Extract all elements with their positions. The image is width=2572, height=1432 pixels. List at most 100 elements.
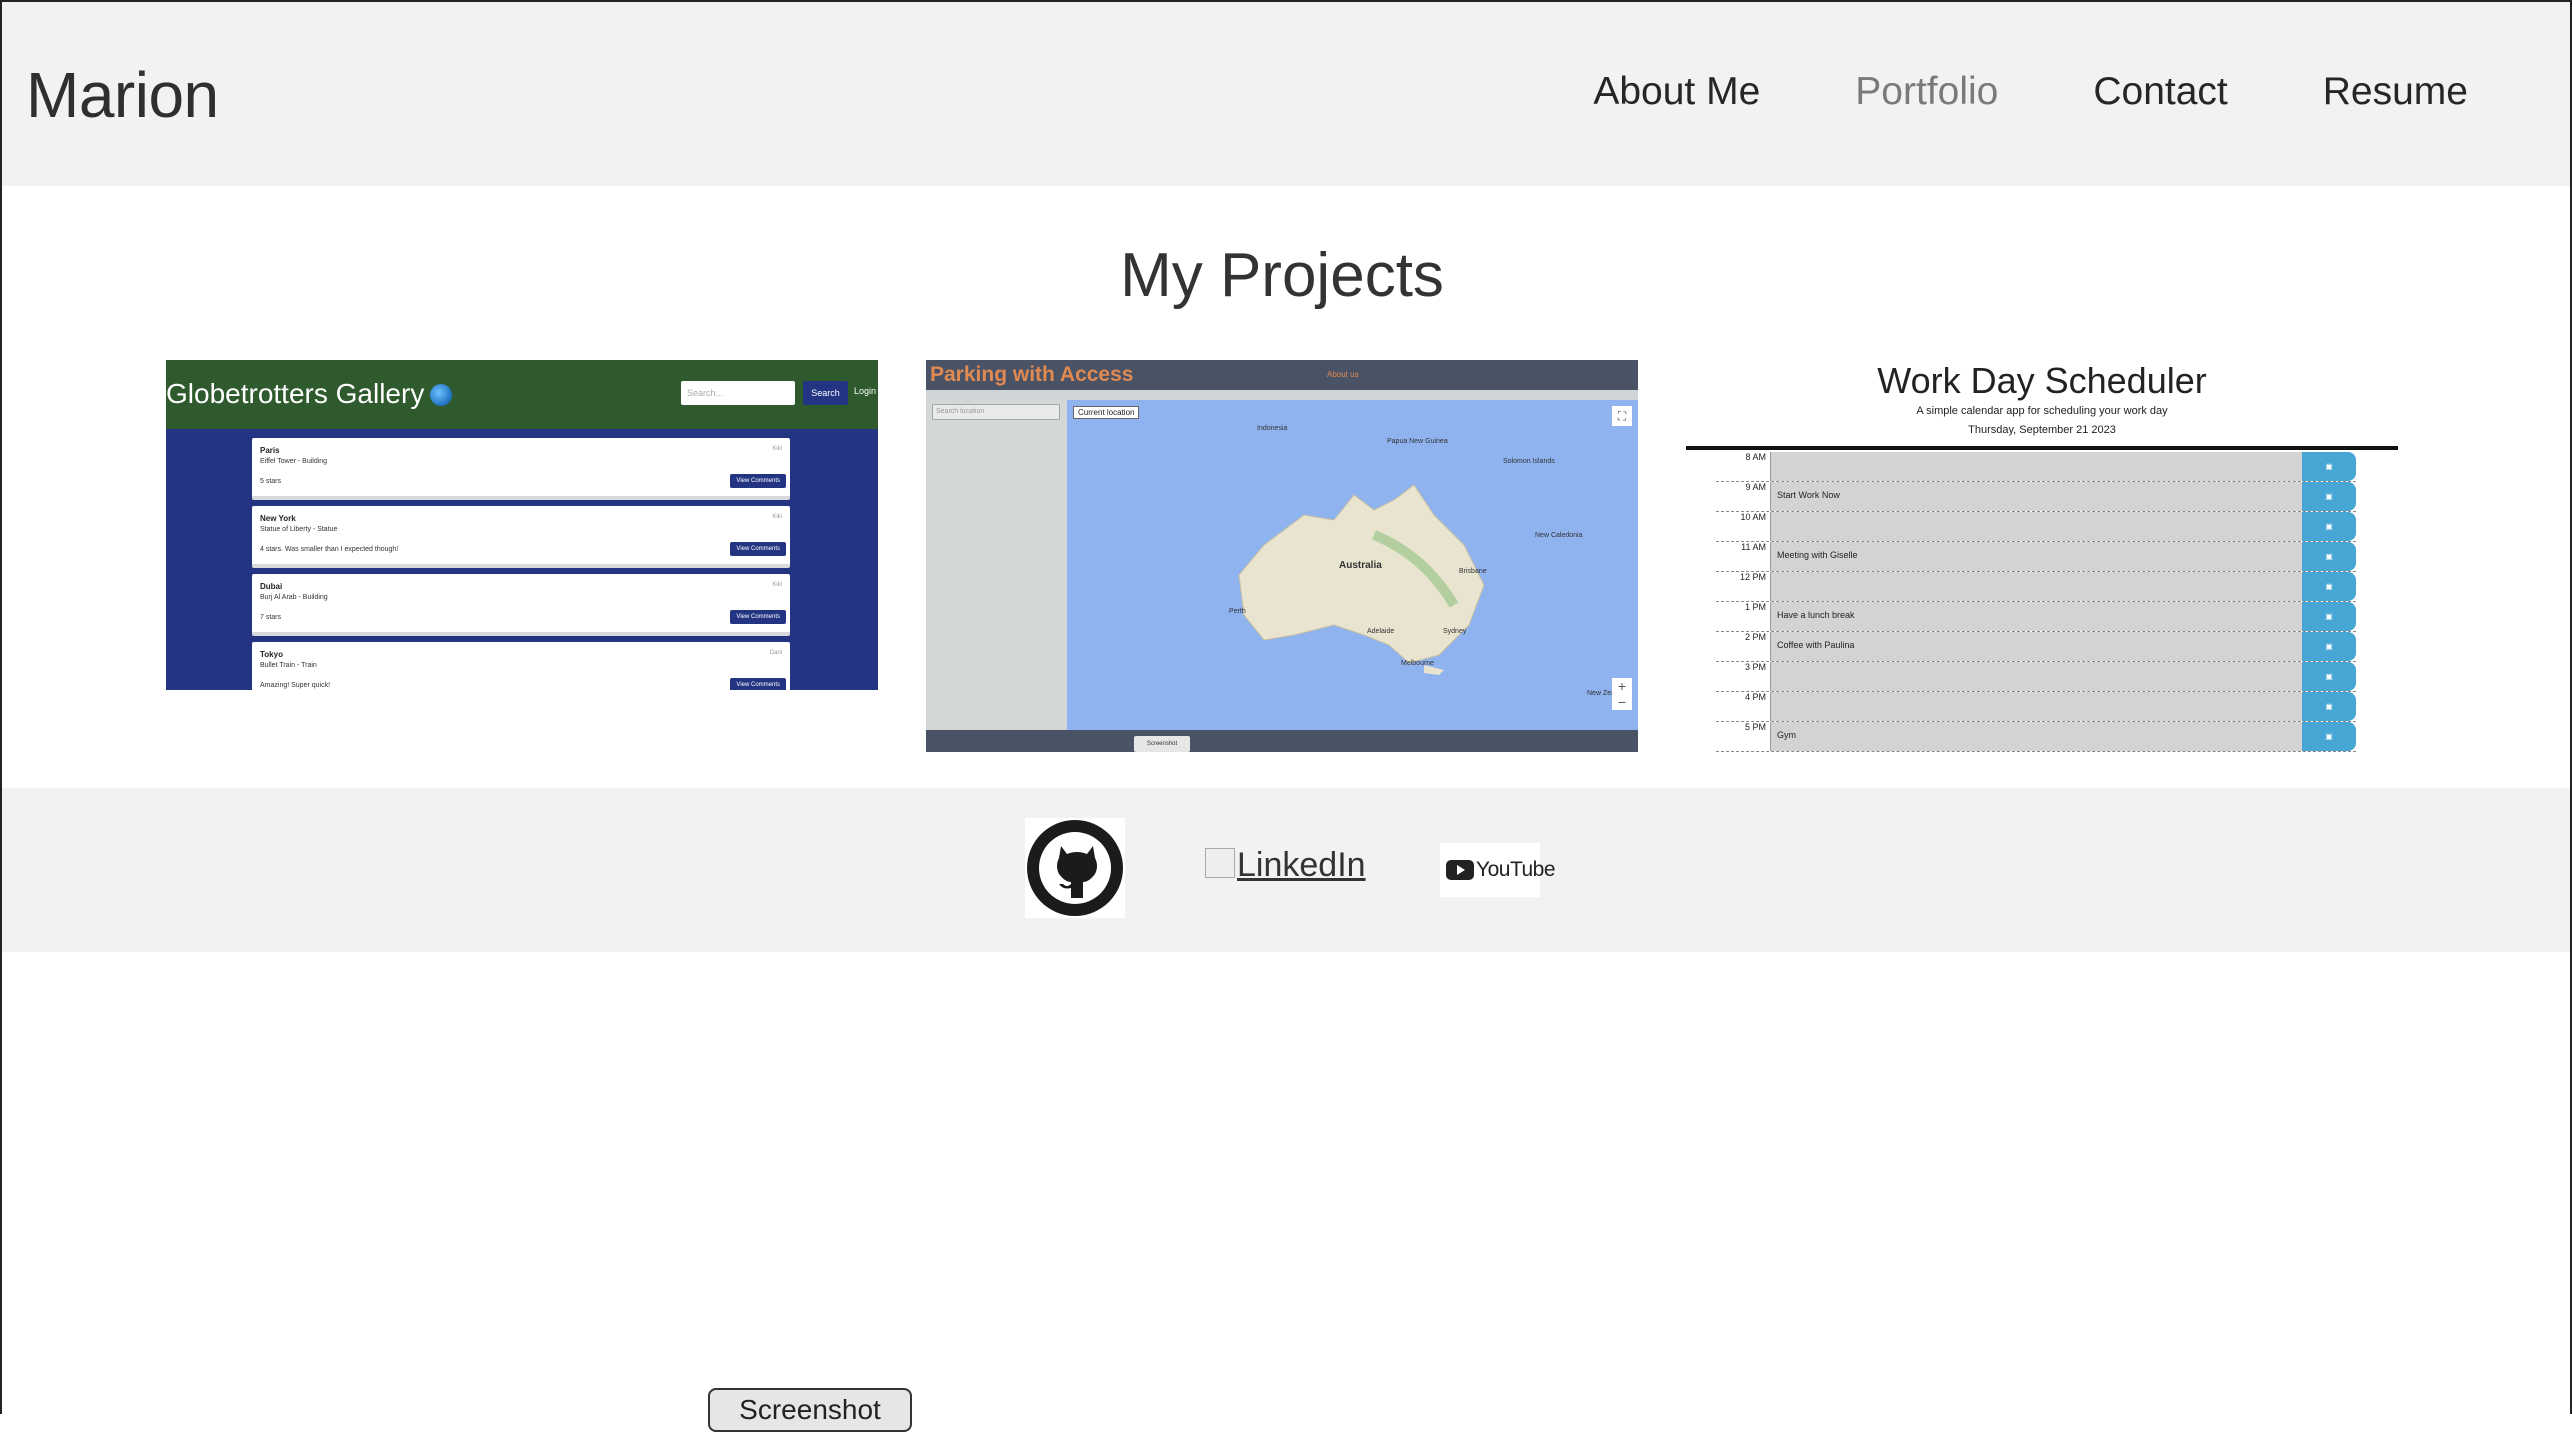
gg-city: Paris (260, 446, 280, 455)
ws-row: 3 PM ▣ (1716, 662, 2356, 692)
australia-map (1238, 484, 1485, 675)
ws-subtitle: A simple calendar app for scheduling you… (1916, 405, 2168, 417)
gg-subtitle: Statue of Liberty - Statue (260, 526, 338, 533)
gg-item: Paris Eiffel Tower - Building 5 stars Ki… (252, 438, 790, 500)
ws-task (1770, 692, 2302, 721)
save-icon: ▣ (2302, 632, 2356, 661)
nav-portfolio[interactable]: Portfolio (1855, 70, 1998, 114)
ws-row: 2 PM Coffee with Paulina ▣ (1716, 632, 2356, 662)
fullscreen-icon: ⛶ (1612, 406, 1632, 426)
ws-task (1770, 452, 2302, 481)
map-label-brisbane: Brisbane (1459, 568, 1487, 575)
globe-icon (430, 384, 453, 406)
gg-item: Dubai Burj Al Arab - Building 7 stars Ki… (252, 574, 790, 636)
site-brand[interactable]: Marion (26, 58, 219, 132)
map-label-solomon: Solomon Islands (1503, 458, 1555, 465)
gg-login: Login (854, 386, 877, 396)
github-octocat-icon (1057, 846, 1097, 898)
gg-view-button: View Comments (730, 610, 786, 624)
pk-sidebar: Search location (926, 400, 1067, 730)
ws-task: Gym (1770, 722, 2302, 751)
ws-hour: 10 AM (1740, 512, 1766, 522)
ws-row: 8 AM ▣ (1716, 452, 2356, 482)
ws-task (1770, 662, 2302, 691)
gg-subtitle: Burj Al Arab - Building (260, 594, 328, 601)
nav-contact[interactable]: Contact (2093, 70, 2227, 114)
ws-hour: 3 PM (1744, 662, 1766, 672)
map-label-melbourne: Melbourne (1401, 660, 1435, 667)
ws-hour: 11 AM (1741, 542, 1766, 552)
main-nav: About Me Portfolio Contact Resume (1593, 70, 2468, 114)
gg-subtitle: Bullet Train - Train (260, 662, 317, 669)
gg-search-button: Search (803, 381, 848, 405)
youtube-label: YouTube (1476, 858, 1556, 881)
save-icon: ▣ (2302, 662, 2356, 691)
gg-list: Paris Eiffel Tower - Building 5 stars Ki… (252, 438, 790, 690)
map-label-adelaide: Adelaide (1367, 628, 1395, 635)
ws-row: 12 PM ▣ (1716, 572, 2356, 602)
map-label-png: Papua New Guinea (1387, 438, 1448, 445)
save-icon: ▣ (2302, 722, 2356, 751)
ws-task (1770, 512, 2302, 541)
save-icon: ▣ (2302, 542, 2356, 571)
ws-hour: 4 PM (1744, 692, 1766, 702)
ws-date: Thursday, September 21 2023 (1968, 424, 2116, 436)
ws-task: Have a lunch break (1770, 602, 2302, 631)
project-card-scheduler[interactable]: Work Day Scheduler A simple calendar app… (1686, 360, 2398, 756)
map-label-australia: Australia (1339, 560, 1382, 571)
gg-review: 7 stars (260, 614, 282, 621)
project-card-globetrotters[interactable]: Globetrotters Gallery Search... Search L… (166, 360, 878, 690)
ws-task (1770, 572, 2302, 601)
gg-review: 5 stars (260, 478, 282, 485)
gg-city: New York (260, 514, 296, 523)
project-card-parking[interactable]: Parking with Access About us Search loca… (926, 360, 1638, 752)
linkedin-label: LinkedIn (1237, 846, 1366, 884)
pk-about: About us (1327, 370, 1359, 379)
site-header: Marion About Me Portfolio Contact Resume (0, 0, 2572, 186)
pk-title: Parking with Access (930, 363, 1134, 386)
gg-subtitle: Eiffel Tower - Building (260, 458, 328, 465)
save-icon: ▣ (2302, 452, 2356, 481)
gg-author: Kiki (772, 514, 782, 520)
save-icon: ▣ (2302, 572, 2356, 601)
pk-bar (926, 390, 1638, 400)
broken-image-icon (1205, 848, 1235, 878)
gg-header: Globetrotters Gallery Search... Search L… (166, 360, 878, 429)
ws-title: Work Day Scheduler (1877, 360, 2207, 401)
github-icon (1027, 820, 1123, 916)
pk-screenshot-label: Screenshot (1134, 736, 1190, 752)
ws-hour: 2 PM (1744, 632, 1766, 642)
ws-hour: 1 PM (1744, 602, 1766, 612)
youtube-link[interactable]: YouTube (1440, 843, 1556, 897)
ws-hour: 9 AM (1745, 482, 1766, 492)
ws-task: Meeting with Giselle (1770, 542, 2302, 571)
ws-row: 5 PM Gym ▣ (1716, 722, 2356, 752)
nav-resume[interactable]: Resume (2323, 70, 2468, 114)
ws-divider (1686, 446, 2398, 450)
projects-heading: My Projects (1120, 241, 1444, 310)
ws-task: Start Work Now (1770, 482, 2302, 511)
gg-city: Tokyo (260, 650, 283, 659)
ws-task: Coffee with Paulina (1770, 632, 2302, 661)
nav-about-me[interactable]: About Me (1593, 70, 1760, 114)
pk-map: Indonesia Papua New Guinea Solomon Islan… (1067, 400, 1638, 730)
gg-author: Kiki (772, 446, 782, 452)
screenshot-button[interactable]: Screenshot (708, 1388, 912, 1432)
ws-row: 1 PM Have a lunch break ▣ (1716, 602, 2356, 632)
github-link[interactable] (1025, 818, 1125, 918)
ws-rows: 8 AM ▣ 9 AM Start Work Now ▣ 10 AM ▣ 11 AM Me… (1716, 452, 2356, 752)
ws-hour: 8 AM (1745, 452, 1766, 462)
gg-view-button: View Comments (730, 678, 786, 690)
pk-footer: Screenshot (926, 730, 1638, 752)
ws-hour: 5 PM (1744, 722, 1766, 732)
save-icon: ▣ (2302, 512, 2356, 541)
map-label-new-caledonia: New Caledonia (1535, 532, 1583, 539)
map-label-perth: Perth (1229, 608, 1246, 615)
ws-row: 11 AM Meeting with Giselle ▣ (1716, 542, 2356, 572)
ws-row: 9 AM Start Work Now ▣ (1716, 482, 2356, 512)
map-label-sydney: Sydney (1443, 628, 1467, 635)
gg-view-button: View Comments (730, 542, 786, 556)
linkedin-link[interactable]: LinkedIn (1205, 846, 1366, 885)
ws-row: 10 AM ▣ (1716, 512, 2356, 542)
gg-review: 4 stars. Was smaller than I expected tho… (260, 546, 399, 553)
